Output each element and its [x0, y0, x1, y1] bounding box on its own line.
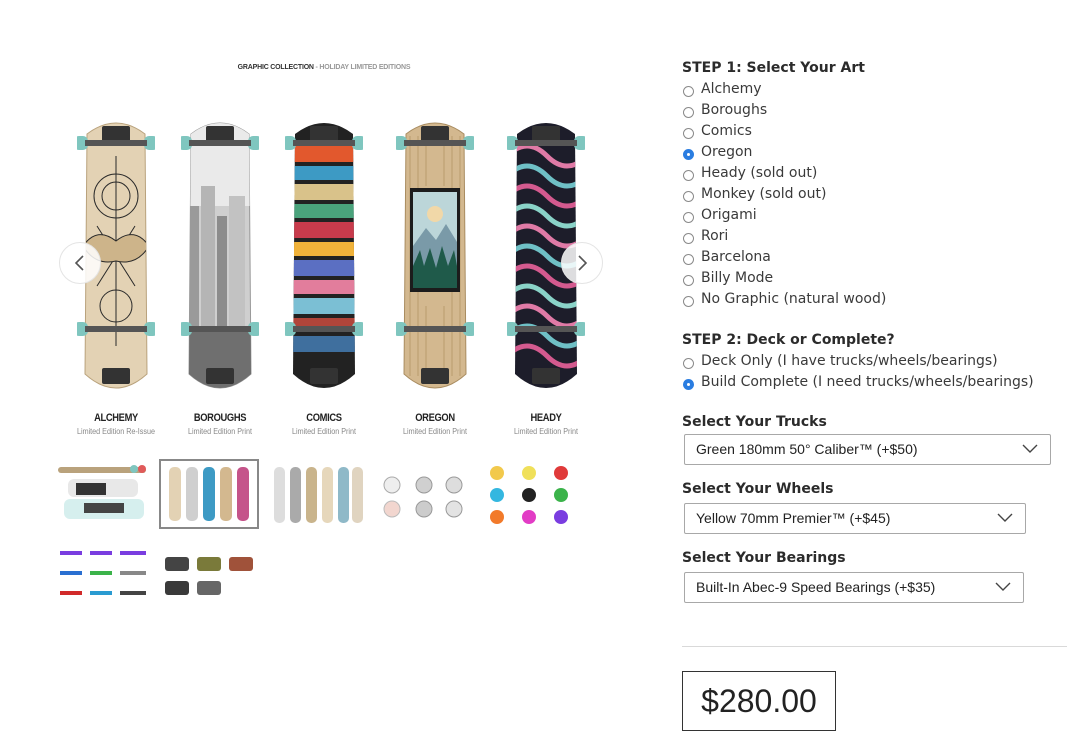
option-label: Heady (sold out)	[701, 165, 818, 181]
gallery-next-button[interactable]	[561, 242, 603, 284]
radio-button[interactable]	[683, 170, 694, 181]
collection-title: GRAPHIC COLLECTION - HOLIDAY LIMITED EDI…	[54, 64, 594, 71]
option-label: No Graphic (natural wood)	[701, 291, 887, 307]
board-oregon	[396, 116, 474, 396]
wheels-selected-value: Yellow 70mm Premier™ (+$45)	[696, 510, 891, 526]
bearings-select[interactable]: Built-In Abec-9 Speed Bearings (+$35)	[684, 572, 1024, 603]
collection-title-sub: - HOLIDAY LIMITED EDITIONS	[315, 64, 411, 71]
art-option-boroughs[interactable]: Boroughs	[682, 100, 1067, 121]
art-option-oregon[interactable]: Oregon	[682, 142, 1067, 163]
main-product-image[interactable]: GRAPHIC COLLECTION - HOLIDAY LIMITED EDI…	[54, 58, 610, 442]
step2-title: STEP 2: Deck or Complete?	[682, 332, 895, 348]
step1-title: STEP 1: Select Your Art	[682, 60, 865, 76]
art-option-origami[interactable]: Origami	[682, 205, 1067, 226]
thumbnail-collection-two[interactable]	[266, 459, 366, 529]
wheels-label: Select Your Wheels	[682, 481, 834, 497]
art-option-barcelona[interactable]: Barcelona	[682, 247, 1067, 268]
product-gallery: GRAPHIC COLLECTION - HOLIDAY LIMITED EDI…	[0, 0, 640, 739]
bearings-selected-value: Built-In Abec-9 Speed Bearings (+$35)	[696, 579, 936, 595]
board-sublabel-oregon: Limited Edition Print	[402, 427, 468, 436]
trucks-select[interactable]: Green 180mm 50° Caliber™ (+$50)	[684, 434, 1051, 465]
thumbnail-complete-board[interactable]	[54, 459, 154, 529]
art-option-alchemy[interactable]: Alchemy	[682, 79, 1067, 100]
thumbnail-trucks[interactable]	[54, 539, 154, 609]
product-options: STEP 1: Select Your Art Alchemy Boroughs…	[682, 58, 1067, 603]
option-label: Boroughs	[701, 102, 768, 118]
option-label: Deck Only (I have trucks/wheels/bearings…	[701, 353, 998, 369]
board-label-alchemy: ALCHEMY	[94, 412, 138, 424]
deck-option-deck-only[interactable]: Deck Only (I have trucks/wheels/bearings…	[682, 351, 1067, 372]
thumbnail-wheels-colors[interactable]	[479, 459, 579, 529]
radio-button[interactable]	[683, 86, 694, 97]
thumbnail-graphic-collection[interactable]	[159, 459, 259, 529]
thumbnail-wheels-silver[interactable]	[374, 459, 474, 529]
price-display: $280.00	[682, 671, 836, 731]
option-label: Oregon	[701, 144, 753, 160]
radio-button[interactable]	[683, 128, 694, 139]
chevron-left-icon	[74, 255, 84, 271]
option-label: Origami	[701, 207, 757, 223]
board-label-oregon: OREGON	[415, 412, 455, 424]
option-label: Build Complete (I need trucks/wheels/bea…	[701, 374, 1034, 390]
board-label-heady: HEADY	[530, 412, 562, 424]
art-option-rori[interactable]: Rori	[682, 226, 1067, 247]
board-sublabel-heady: Limited Edition Print	[513, 427, 579, 436]
radio-button[interactable]	[683, 233, 694, 244]
option-label: Barcelona	[701, 249, 771, 265]
board-comics	[285, 116, 363, 396]
trucks-label: Select Your Trucks	[682, 414, 827, 430]
radio-button[interactable]	[683, 296, 694, 307]
art-option-billy-mode[interactable]: Billy Mode	[682, 268, 1067, 289]
wheels-select[interactable]: Yellow 70mm Premier™ (+$45)	[684, 503, 1026, 534]
art-option-heady[interactable]: Heady (sold out)	[682, 163, 1067, 184]
radio-button[interactable]	[683, 358, 694, 369]
radio-button-selected[interactable]	[683, 149, 694, 160]
option-label: Billy Mode	[701, 270, 774, 286]
board-sublabel-alchemy: Limited Edition Re-Issue	[76, 427, 156, 436]
gallery-prev-button[interactable]	[59, 242, 101, 284]
art-option-monkey[interactable]: Monkey (sold out)	[682, 184, 1067, 205]
chevron-down-icon	[1022, 444, 1038, 453]
thumbnail-bearings[interactable]	[159, 539, 259, 609]
option-label: Alchemy	[701, 81, 762, 97]
chevron-down-icon	[995, 582, 1011, 591]
board-boroughs	[181, 116, 259, 396]
deck-option-build-complete[interactable]: Build Complete (I need trucks/wheels/bea…	[682, 372, 1067, 393]
radio-button[interactable]	[683, 254, 694, 265]
chevron-down-icon	[997, 513, 1013, 522]
art-options: Alchemy Boroughs Comics Oregon Heady (so…	[682, 79, 1067, 310]
radio-button[interactable]	[683, 107, 694, 118]
radio-button[interactable]	[683, 212, 694, 223]
chevron-right-icon	[578, 255, 588, 271]
radio-button[interactable]	[683, 191, 694, 202]
bearings-label: Select Your Bearings	[682, 550, 846, 566]
board-label-comics: COMICS	[306, 412, 342, 424]
art-option-comics[interactable]: Comics	[682, 121, 1067, 142]
deck-options: Deck Only (I have trucks/wheels/bearings…	[682, 351, 1067, 393]
option-label: Monkey (sold out)	[701, 186, 827, 202]
collection-title-main: GRAPHIC COLLECTION	[237, 64, 314, 71]
option-label: Comics	[701, 123, 752, 139]
option-label: Rori	[701, 228, 729, 244]
board-label-boroughs: BOROUGHS	[193, 412, 247, 424]
art-option-no-graphic[interactable]: No Graphic (natural wood)	[682, 289, 1067, 310]
radio-button[interactable]	[683, 275, 694, 286]
board-sublabel-boroughs: Limited Edition Print	[187, 427, 253, 436]
divider	[682, 646, 1067, 647]
trucks-selected-value: Green 180mm 50° Caliber™ (+$50)	[696, 441, 918, 457]
radio-button-selected[interactable]	[683, 379, 694, 390]
board-sublabel-comics: Limited Edition Print	[291, 427, 357, 436]
